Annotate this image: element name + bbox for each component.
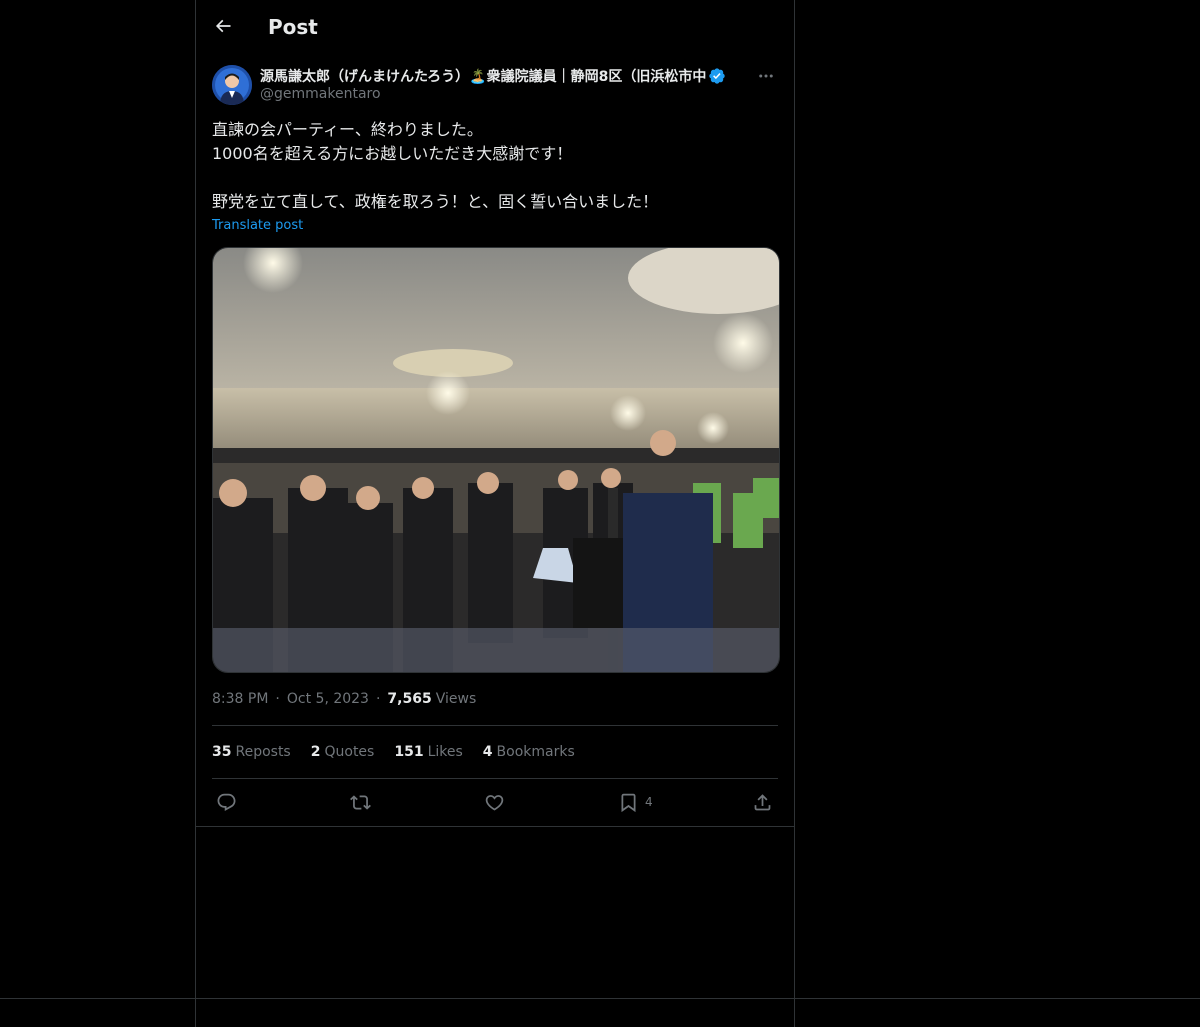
- share-button[interactable]: [752, 789, 773, 815]
- quotes-count: 2: [310, 744, 321, 760]
- translate-post-link[interactable]: Translate post: [212, 218, 303, 233]
- reposts-label: Reposts: [235, 744, 291, 760]
- meta-separator: ·: [275, 691, 280, 707]
- like-button[interactable]: [484, 789, 505, 815]
- divider: [212, 725, 778, 726]
- divider: [212, 778, 778, 779]
- post-date[interactable]: Oct 5, 2023: [287, 691, 369, 707]
- views-label: Views: [435, 691, 477, 707]
- post-actions: 4: [212, 789, 778, 815]
- bookmark-count: 4: [645, 795, 653, 809]
- likes-label: Likes: [427, 744, 463, 760]
- heart-icon: [485, 794, 504, 811]
- post-photo[interactable]: [212, 247, 780, 673]
- post-text-line: [212, 166, 778, 190]
- bookmarks-stat[interactable]: 4 Bookmarks: [483, 744, 575, 760]
- reply-button[interactable]: [216, 789, 237, 815]
- bottom-border: [0, 998, 1200, 999]
- post-time[interactable]: 8:38 PM: [212, 691, 268, 707]
- likes-stat[interactable]: 151 Likes: [394, 744, 462, 760]
- display-name-row: 源馬謙太郎（げんまけんたろう）🏝️衆議院議員｜静岡8区（旧浜松市中: [260, 65, 750, 87]
- meta-separator: ·: [375, 691, 381, 707]
- reposts-count: 35: [212, 744, 232, 760]
- post-meta: 8:38 PM · Oct 5, 2023 · 7,565 Views: [212, 688, 476, 710]
- bookmarks-label: Bookmarks: [496, 744, 575, 760]
- more-horizontal-icon: [759, 74, 773, 78]
- post-text-line: 1000名を超える方にお越しいただき大感謝です！: [212, 144, 573, 163]
- avatar[interactable]: [212, 65, 252, 105]
- views-count: 7,565: [387, 691, 432, 707]
- likes-count: 151: [394, 744, 424, 760]
- page-header: Post: [196, 0, 794, 53]
- bookmarks-count: 4: [482, 744, 493, 760]
- page-title: Post: [268, 15, 318, 39]
- reposts-stat[interactable]: 35 Reposts: [212, 744, 291, 760]
- repost-button[interactable]: [350, 789, 371, 815]
- bookmark-button[interactable]: 4: [618, 789, 653, 815]
- quotes-stat[interactable]: 2 Quotes: [311, 744, 375, 760]
- bookmark-icon: [621, 793, 636, 812]
- post-text-line: 野党を立て直して、政権を取ろう！と、固く誓い合いました！: [212, 192, 659, 211]
- display-name[interactable]: 源馬謙太郎（げんまけんたろう）🏝️衆議院議員｜静岡8区（旧浜松市中: [260, 66, 706, 86]
- verified-badge-icon: [709, 68, 726, 84]
- reply-icon: [217, 793, 236, 811]
- share-icon: [754, 793, 771, 810]
- post-author: 源馬謙太郎（げんまけんたろう）🏝️衆議院議員｜静岡8区（旧浜松市中 @gemma…: [212, 64, 778, 106]
- repost-icon: [350, 794, 371, 810]
- post-text: 直諫の会パーティー、終わりました。 1000名を超える方にお越しいただき大感謝で…: [212, 118, 778, 214]
- primary-column: Post 源馬謙太郎（げんまけんたろう）🏝️衆議院議員｜静岡8区（旧浜松市中 @…: [195, 0, 795, 1027]
- arrow-left-icon: [215, 19, 231, 33]
- divider: [196, 826, 794, 827]
- post-text-line: 直諫の会パーティー、終わりました。: [212, 120, 483, 139]
- quotes-label: Quotes: [324, 744, 375, 760]
- more-options-button[interactable]: [756, 66, 776, 86]
- user-handle[interactable]: @gemmakentaro: [260, 86, 381, 102]
- back-button[interactable]: [208, 11, 238, 41]
- post-stats: 35 Reposts 2 Quotes 151 Likes 4 Bookmarks: [212, 741, 595, 763]
